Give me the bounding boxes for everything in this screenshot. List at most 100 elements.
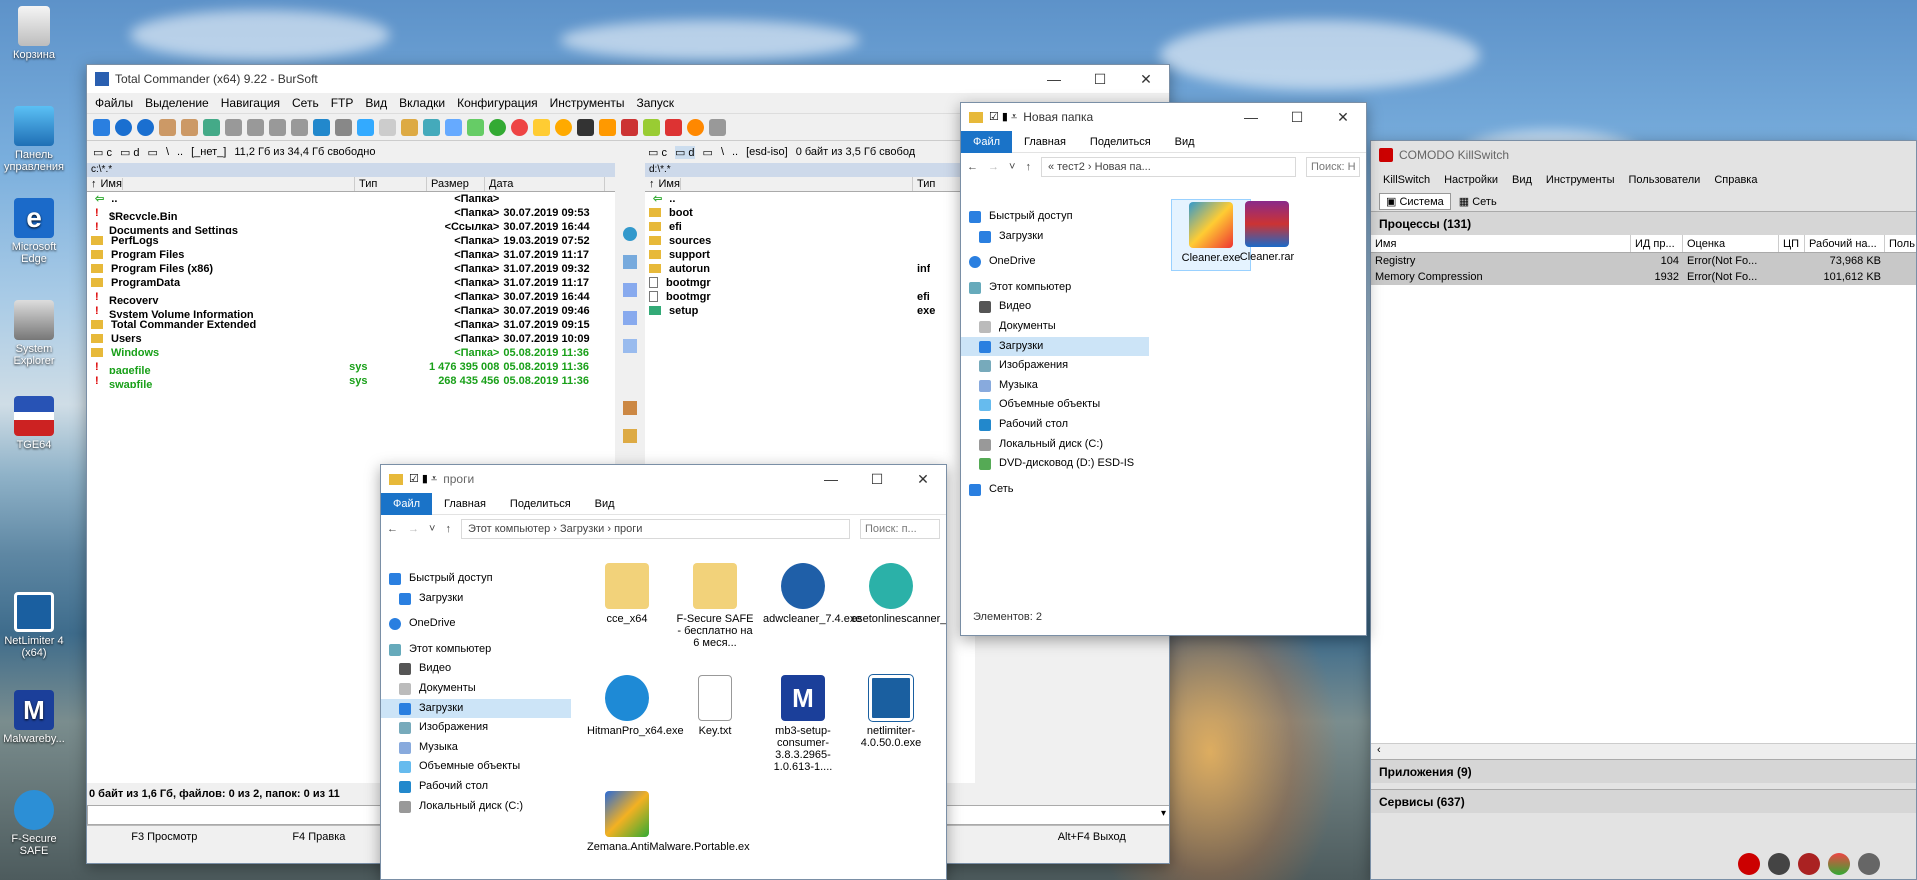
table-row[interactable]: sources [645, 234, 975, 248]
pdf-icon[interactable] [599, 118, 616, 136]
table-row[interactable]: efi [645, 220, 975, 234]
tab-share[interactable]: Поделиться [498, 498, 583, 510]
desktop-icon-recycle[interactable]: Корзина [0, 6, 68, 61]
minimize-button[interactable]: — [1228, 109, 1274, 125]
desktop-icon-edge[interactable]: e Microsoft Edge [0, 198, 68, 265]
table-row[interactable]: ⇦ .. <Папка> [87, 192, 615, 206]
f4-edit-button[interactable]: F4 Правка [242, 826, 397, 847]
nav-this-pc[interactable]: Этот компьютер [381, 640, 571, 660]
ex1-address-bar[interactable]: « тест2 › Новая па... [1040, 157, 1296, 177]
file-mb3-setup[interactable]: M mb3-setup-consumer-3.8.3.2965-1.0.613-… [763, 675, 843, 773]
desktop-icon-tge64[interactable]: TGE64 [0, 396, 68, 451]
table-row[interactable]: bootmgr [645, 276, 975, 290]
table-row[interactable]: Memory Compression 1932 Error(Not Fo... … [1371, 269, 1916, 285]
tab-network[interactable]: ▦ Сеть [1459, 195, 1497, 208]
nav-3d-objects[interactable]: Объемные объекты [961, 395, 1149, 415]
tool-icon[interactable] [555, 118, 572, 136]
f3-view-button[interactable]: F3 Просмотр [87, 826, 242, 847]
drive-c-button[interactable]: ▭ c [93, 146, 112, 159]
player-icon[interactable] [533, 118, 550, 136]
table-row[interactable]: ! $Recycle.Bin <Папка> 30.07.2019 09:53 [87, 206, 615, 220]
col-name[interactable]: ↑ Имя [645, 177, 913, 191]
menu-network[interactable]: Сеть [292, 96, 319, 110]
nav-desktop[interactable]: Рабочий стол [381, 777, 571, 797]
table-row[interactable]: PerfLogs <Папка> 19.03.2019 07:52 [87, 234, 615, 248]
forward-icon[interactable] [137, 118, 154, 136]
menu-view[interactable]: Вид [365, 96, 387, 110]
unpack-icon[interactable] [181, 118, 198, 136]
find-icon[interactable] [623, 227, 637, 241]
ex2-search-input[interactable]: Поиск: п... [860, 519, 940, 539]
edit-icon[interactable] [623, 255, 637, 269]
file-zemana[interactable]: Zemana.AntiMalware.Portable.ex [587, 791, 750, 853]
table-row[interactable]: Program Files <Папка> 31.07.2019 11:17 [87, 248, 615, 262]
nav-local-disk[interactable]: Локальный диск (C:) [961, 435, 1149, 455]
drive-c-button[interactable]: ▭ c [648, 146, 667, 159]
table-row[interactable]: setup exe [645, 304, 975, 318]
chart-icon[interactable] [1828, 853, 1850, 875]
view-icon[interactable] [445, 118, 462, 136]
nav-downloads[interactable]: Загрузки [961, 227, 1149, 247]
table-row[interactable]: autorun inf [645, 262, 975, 276]
table-row[interactable]: ! swapfile sys 268 435 456 05.08.2019 11:36 [87, 374, 615, 388]
brief-icon[interactable] [225, 118, 242, 136]
services-section-header[interactable]: Сервисы (637) [1371, 789, 1916, 813]
back-icon[interactable]: ← [387, 523, 398, 535]
file-fsecure-folder[interactable]: F-Secure SAFE - бесплатно на 6 меся... [675, 563, 755, 649]
kill-icon[interactable] [1798, 853, 1820, 875]
file-esetonlinescanner[interactable]: esetonlinescanner_rus.exe [851, 563, 946, 625]
menu-config[interactable]: Конфигурация [457, 96, 538, 110]
maximize-button[interactable]: ☐ [1077, 71, 1123, 88]
desktop-icon-malwarebytes[interactable]: M Malwareby... [0, 690, 68, 745]
close-button[interactable]: ✕ [1320, 109, 1366, 126]
menu-navigation[interactable]: Навигация [221, 96, 280, 110]
network-drive-button[interactable]: ▭ [148, 146, 158, 159]
close-button[interactable]: ✕ [900, 471, 946, 488]
refresh-icon[interactable] [93, 118, 110, 136]
nav-documents[interactable]: Документы [961, 317, 1149, 337]
menu-help[interactable]: Справка [1714, 174, 1757, 186]
col-date[interactable]: Дата [485, 177, 605, 191]
image-icon[interactable] [467, 118, 484, 136]
nav-this-pc[interactable]: Этот компьютер [961, 278, 1149, 298]
opera-icon[interactable] [511, 118, 528, 136]
ex2-address-bar[interactable]: Этот компьютер › Загрузки › проги [460, 519, 850, 539]
nav-downloads[interactable]: Загрузки [381, 698, 571, 719]
menu-tabs[interactable]: Вкладки [399, 96, 445, 110]
table-row[interactable]: Users <Папка> 30.07.2019 10:09 [87, 332, 615, 346]
nav-desktop[interactable]: Рабочий стол [961, 415, 1149, 435]
tab-view[interactable]: Вид [583, 498, 627, 510]
horizontal-scrollbar[interactable]: ‹ [1371, 743, 1916, 759]
tab-home[interactable]: Главная [1012, 136, 1078, 148]
maximize-button[interactable]: ☐ [854, 471, 900, 488]
link-icon[interactable] [665, 118, 682, 136]
nav-pictures[interactable]: Изображения [961, 356, 1149, 376]
nav-3d-objects[interactable]: Объемные объекты [381, 757, 571, 777]
nav-video[interactable]: Видео [381, 659, 571, 679]
tab-system[interactable]: ▣ Система [1379, 192, 1451, 210]
nav-network[interactable]: Сеть [961, 480, 1149, 500]
table-row[interactable]: ! Documents and Settings <Ссылка> 30.07.201… [87, 220, 615, 234]
table-row[interactable]: boot [645, 206, 975, 220]
col-type[interactable]: Тип [355, 177, 427, 191]
pack-icon[interactable] [159, 118, 176, 136]
table-row[interactable]: bootmgr efi [645, 290, 975, 304]
tab-file[interactable]: Файл [961, 130, 1013, 153]
menu-select[interactable]: Выделение [145, 96, 209, 110]
col-rating[interactable]: Оценка [1683, 235, 1779, 252]
table-row[interactable]: Registry 104 Error(Not Fo... 73,968 KB [1371, 253, 1916, 269]
nav-quick-access[interactable]: Быстрый доступ [381, 569, 571, 589]
table-row[interactable]: ! System Volume Information <Папка> 30.07.2… [87, 304, 615, 318]
forward-icon[interactable]: → [988, 161, 999, 173]
copy-icon[interactable] [623, 283, 637, 297]
move-icon[interactable] [623, 311, 637, 325]
minimize-button[interactable]: — [808, 471, 854, 487]
back-icon[interactable] [115, 118, 132, 136]
nav-quick-access[interactable]: Быстрый доступ [961, 207, 1149, 227]
search-icon[interactable] [379, 118, 396, 136]
menu-users[interactable]: Пользователи [1629, 174, 1701, 186]
file-adwcleaner[interactable]: adwcleaner_7.4.exe [763, 563, 861, 625]
table-row[interactable]: ! Recovery <Папка> 30.07.2019 16:44 [87, 290, 615, 304]
file-cleaner-rar[interactable]: Cleaner.rar [1227, 201, 1307, 263]
table-row[interactable]: ! pagefile sys 1 476 395 008 05.08.2019 11:3… [87, 360, 615, 374]
